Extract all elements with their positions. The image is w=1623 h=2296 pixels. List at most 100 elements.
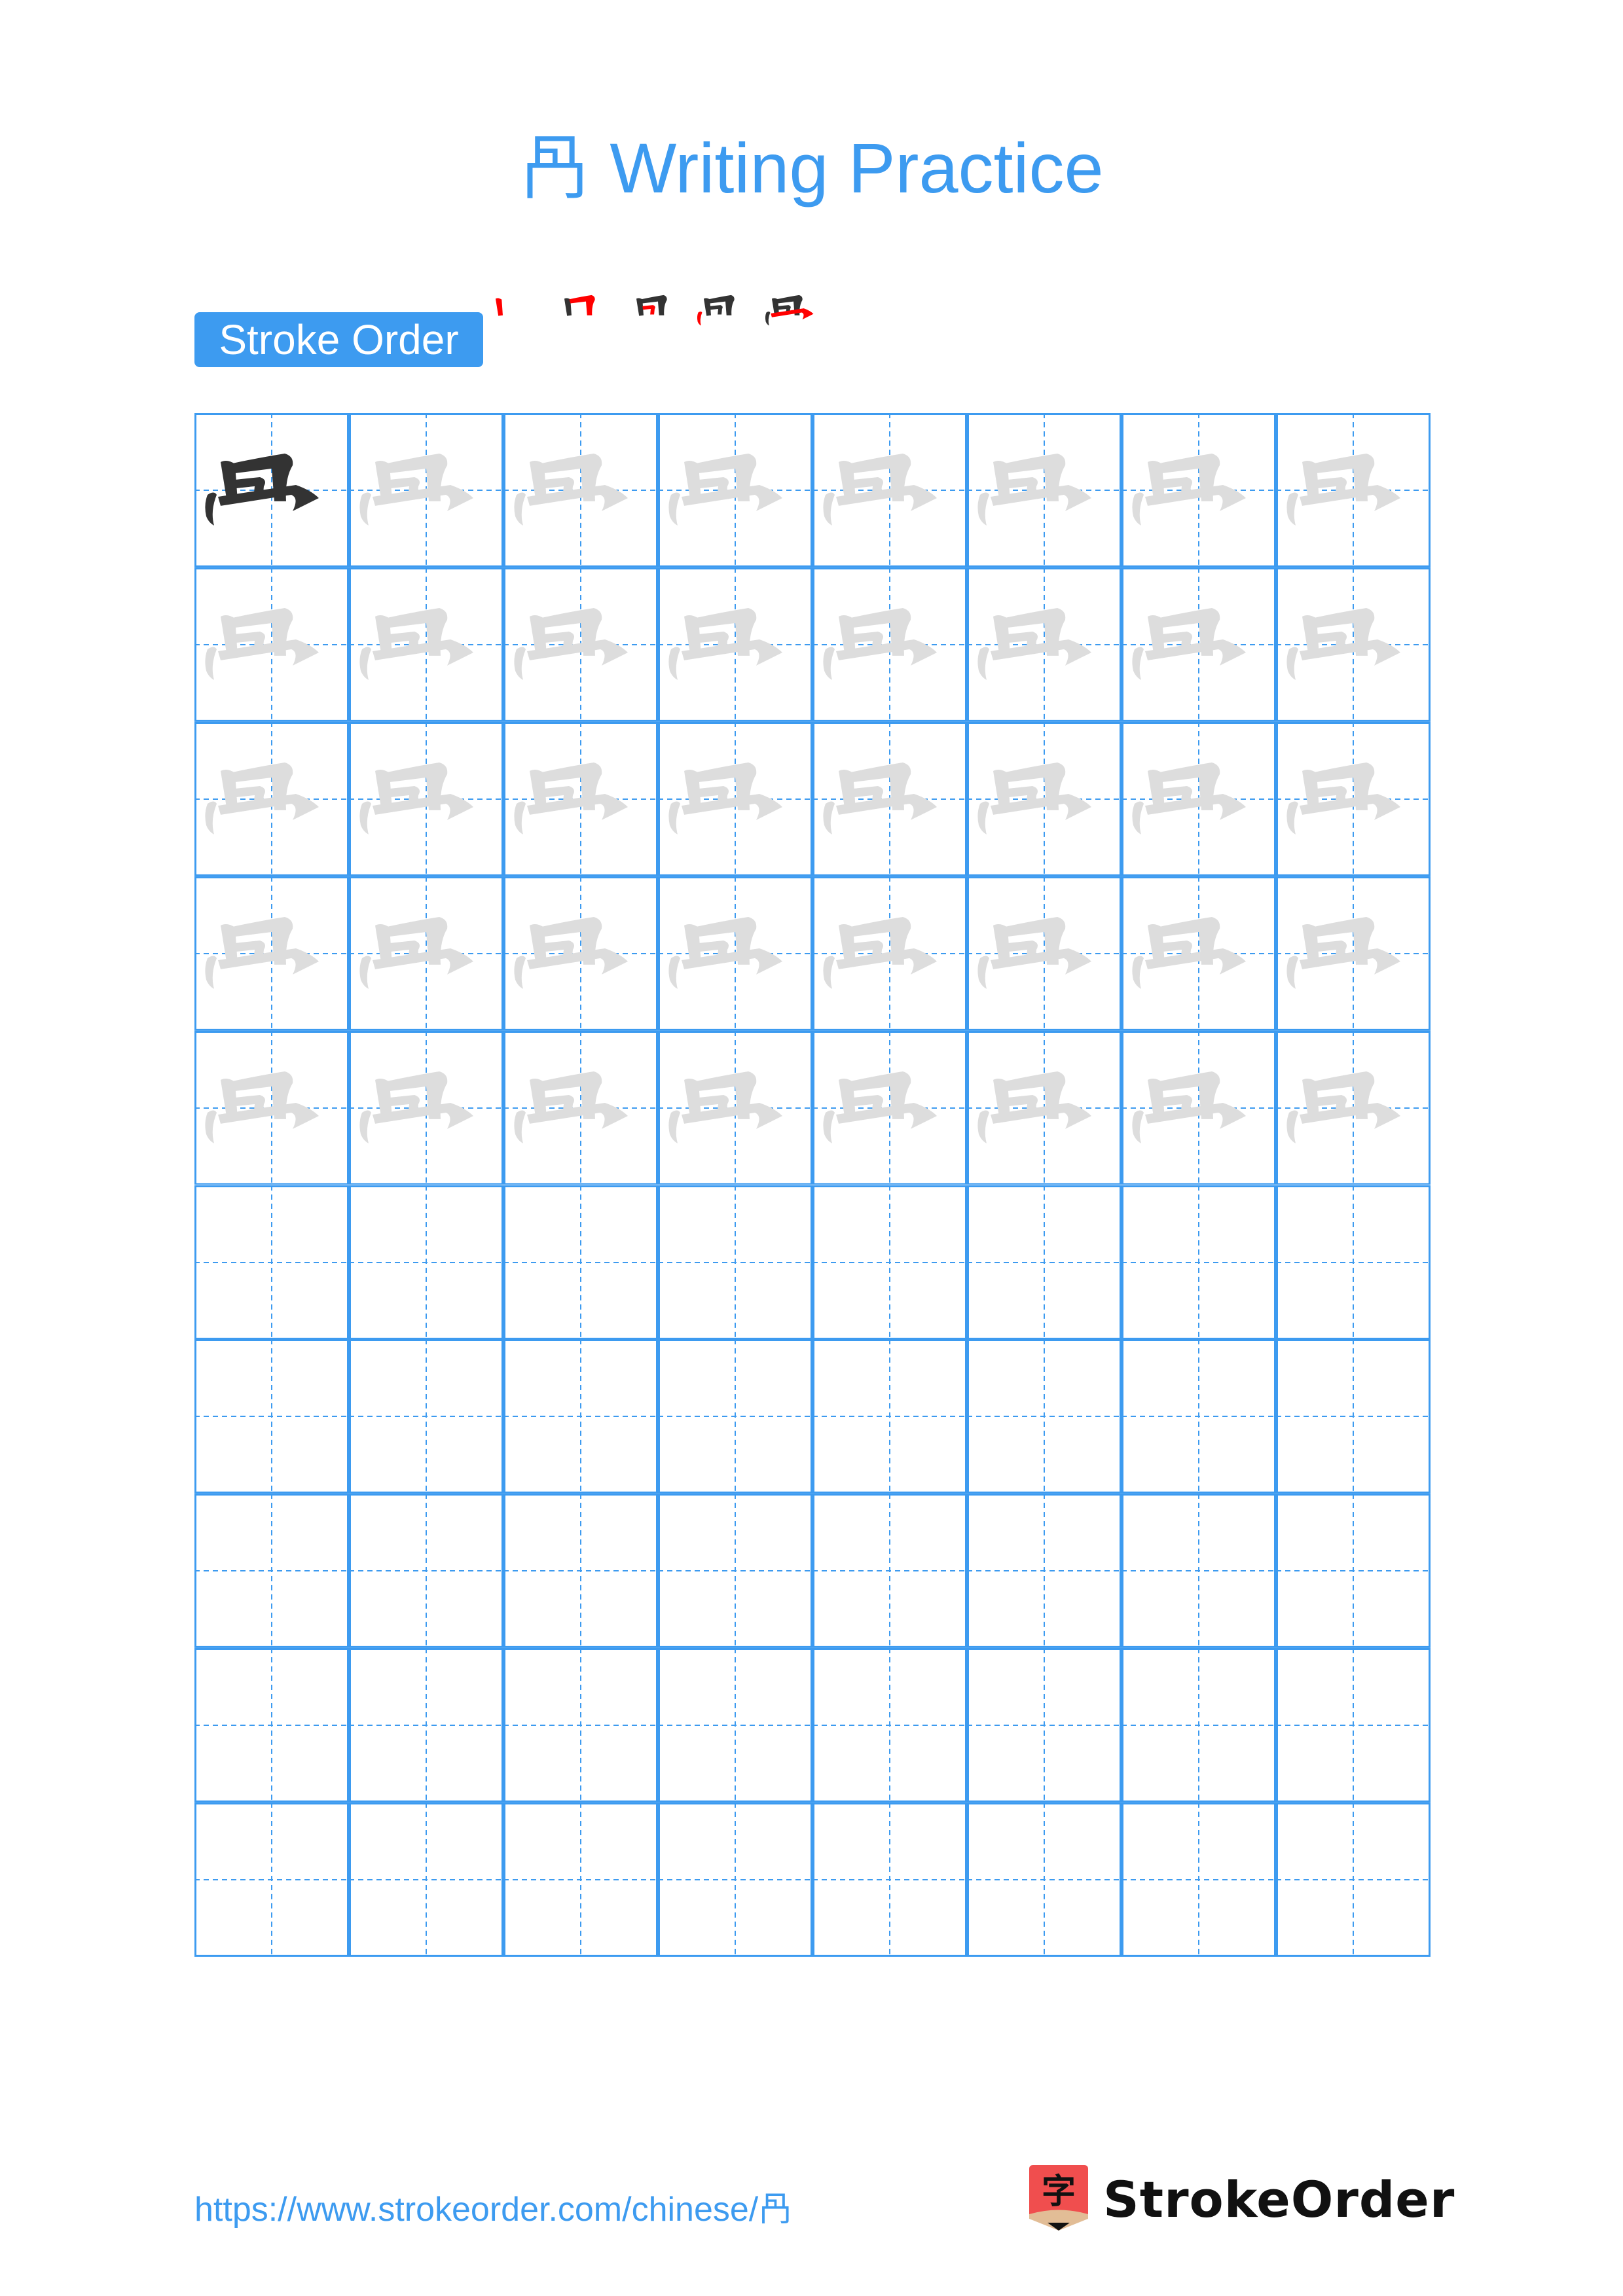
glyph-stroke: [642, 305, 655, 315]
practice-cell[interactable]: [967, 1339, 1122, 1494]
practice-cell[interactable]: [812, 413, 967, 567]
practice-cell[interactable]: [658, 1339, 812, 1494]
practice-cell[interactable]: [1122, 567, 1276, 722]
glyph-stroke: [205, 801, 217, 834]
practice-cell[interactable]: [1122, 721, 1276, 876]
practice-cell[interactable]: [349, 1339, 503, 1494]
glyph-stroke: [205, 647, 217, 680]
practice-cell[interactable]: [503, 1339, 658, 1494]
page-title: 冎 Writing Practice: [519, 128, 1104, 207]
practice-cell[interactable]: [194, 876, 349, 1031]
practice-cell[interactable]: [1276, 1185, 1431, 1340]
glyph-stroke: [765, 312, 771, 326]
practice-cell[interactable]: [503, 1494, 658, 1649]
practice-cell[interactable]: [349, 876, 503, 1031]
practice-cell[interactable]: [1276, 413, 1431, 567]
practice-cell[interactable]: [1122, 1185, 1276, 1340]
practice-cell[interactable]: [658, 567, 812, 722]
practice-cell[interactable]: [349, 1648, 503, 1803]
practice-cell[interactable]: [812, 1803, 967, 1957]
practice-cell[interactable]: [194, 567, 349, 722]
practice-cell[interactable]: [503, 1803, 658, 1957]
practice-cell[interactable]: [349, 1494, 503, 1649]
practice-cell[interactable]: [658, 721, 812, 876]
practice-cell[interactable]: [349, 567, 503, 722]
practice-cell[interactable]: [349, 1803, 503, 1957]
practice-cell[interactable]: [503, 1030, 658, 1185]
practice-cell[interactable]: [967, 567, 1122, 722]
practice-cell[interactable]: [1276, 1648, 1431, 1803]
practice-cell[interactable]: [967, 1030, 1122, 1185]
practice-cell[interactable]: [194, 1494, 349, 1649]
footer-url-link[interactable]: https://www.strokeorder.com/chinese/冎: [194, 2181, 792, 2231]
practice-cell[interactable]: [812, 1339, 967, 1494]
practice-cell[interactable]: [1276, 1030, 1431, 1185]
practice-cell[interactable]: [812, 721, 967, 876]
practice-cell[interactable]: [1122, 1648, 1276, 1803]
practice-cell[interactable]: [1122, 1339, 1276, 1494]
practice-cell[interactable]: [967, 876, 1122, 1031]
practice-cell[interactable]: [349, 721, 503, 876]
practice-cell[interactable]: [194, 721, 349, 876]
strokeorder-logo-icon: 字: [1029, 2165, 1088, 2231]
practice-cell[interactable]: [658, 1648, 812, 1803]
stroke-order-step-3: [636, 295, 667, 316]
glyph-stroke: [668, 492, 680, 526]
practice-cell[interactable]: [658, 413, 812, 567]
practice-cell[interactable]: [1122, 876, 1276, 1031]
practice-cell[interactable]: [503, 1185, 658, 1340]
practice-cell[interactable]: [503, 1648, 658, 1803]
practice-cell[interactable]: [812, 876, 967, 1031]
practice-cell[interactable]: [1276, 1494, 1431, 1649]
practice-cell[interactable]: [658, 1803, 812, 1957]
practice-cell[interactable]: [812, 1185, 967, 1340]
practice-cell[interactable]: [812, 567, 967, 722]
practice-cell[interactable]: [658, 1494, 812, 1649]
glyph-stroke: [1286, 492, 1298, 526]
practice-cell[interactable]: [1122, 413, 1276, 567]
practice-cell[interactable]: [812, 1494, 967, 1649]
practice-cell[interactable]: [967, 1803, 1122, 1957]
practice-cell[interactable]: [503, 413, 658, 567]
practice-cell[interactable]: [194, 1030, 349, 1185]
practice-cell[interactable]: [1122, 1030, 1276, 1185]
glyph-stroke: [1132, 647, 1144, 680]
svg-text:字: 字: [1042, 2172, 1076, 2212]
practice-cell[interactable]: [812, 1648, 967, 1803]
glyph-stroke: [1286, 956, 1298, 989]
practice-cell[interactable]: [349, 1185, 503, 1340]
glyph-stroke: [1132, 956, 1144, 989]
glyph-stroke: [1132, 492, 1144, 526]
practice-cell[interactable]: [967, 1185, 1122, 1340]
glyph-stroke: [823, 801, 835, 834]
practice-cell[interactable]: [1122, 1494, 1276, 1649]
practice-cell[interactable]: [658, 876, 812, 1031]
practice-cell[interactable]: [967, 1494, 1122, 1649]
practice-cell[interactable]: [503, 721, 658, 876]
glyph-stroke: [514, 492, 526, 526]
practice-cell[interactable]: [1122, 1803, 1276, 1957]
practice-cell[interactable]: [194, 1803, 349, 1957]
practice-cell[interactable]: [1276, 721, 1431, 876]
practice-cell[interactable]: [1276, 1339, 1431, 1494]
practice-cell[interactable]: [194, 1648, 349, 1803]
practice-cell[interactable]: [349, 1030, 503, 1185]
glyph-stroke: [1286, 801, 1298, 834]
practice-cell[interactable]: [812, 1030, 967, 1185]
practice-cell[interactable]: [658, 1030, 812, 1185]
practice-cell[interactable]: [503, 876, 658, 1031]
practice-cell[interactable]: [194, 1339, 349, 1494]
practice-cell[interactable]: [349, 413, 503, 567]
practice-cell[interactable]: [967, 1648, 1122, 1803]
practice-cell[interactable]: [967, 721, 1122, 876]
glyph-stroke: [359, 801, 371, 834]
practice-cell[interactable]: [967, 413, 1122, 567]
practice-cell[interactable]: [658, 1185, 812, 1340]
practice-cell[interactable]: [194, 413, 349, 567]
practice-cell[interactable]: [1276, 1803, 1431, 1957]
practice-cell[interactable]: [194, 1185, 349, 1340]
practice-cell[interactable]: [1276, 567, 1431, 722]
practice-cell[interactable]: [503, 567, 658, 722]
glyph-stroke: [977, 492, 989, 526]
practice-cell[interactable]: [1276, 876, 1431, 1031]
